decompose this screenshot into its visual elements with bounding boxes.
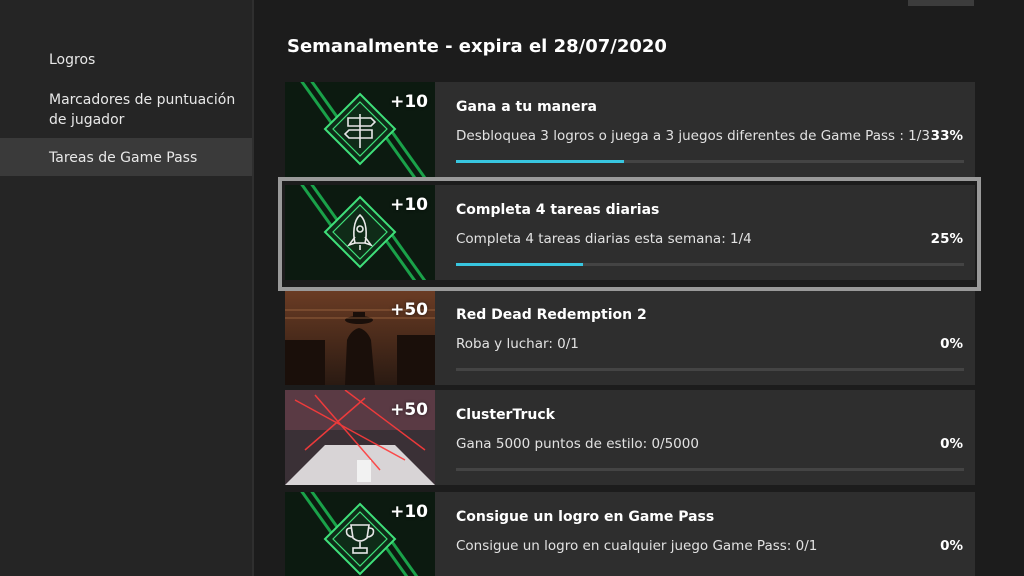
sidebar-item-label: Tareas de Game Pass — [49, 150, 198, 166]
points-badge: +50 — [390, 400, 428, 420]
task-description: Gana 5000 puntos de estilo: 0/5000 — [456, 436, 699, 452]
task-card[interactable]: +50 Red Dead Redemption 2 Roba y luchar:… — [285, 290, 975, 385]
task-percent: 25% — [930, 231, 963, 247]
task-description: Roba y luchar: 0/1 — [456, 336, 579, 352]
progress-fill — [456, 160, 624, 163]
task-title: Completa 4 tareas diarias — [456, 202, 660, 218]
task-percent: 33% — [930, 128, 963, 144]
task-card[interactable]: +10 Completa 4 tareas diarias Completa 4… — [285, 185, 975, 280]
points-badge: +10 — [390, 502, 428, 522]
red-dead-redemption-art: +50 — [285, 290, 435, 385]
sidebar: Logros Marcadores de puntuación de jugad… — [0, 0, 254, 576]
task-percent: 0% — [940, 436, 963, 452]
progress-track — [456, 160, 964, 163]
points-badge: +10 — [390, 195, 428, 215]
progress-fill — [456, 263, 583, 266]
top-divider — [908, 0, 974, 6]
task-percent: 0% — [940, 336, 963, 352]
task-card[interactable]: +10 Consigue un logro en Game Pass Consi… — [285, 492, 975, 576]
trophy-icon: +10 — [285, 492, 435, 576]
progress-track — [456, 263, 964, 266]
sidebar-item-logros[interactable]: Logros — [0, 50, 252, 70]
task-card[interactable]: +10 Gana a tu manera Desbloquea 3 logros… — [285, 82, 975, 177]
progress-track — [456, 468, 964, 471]
task-title: Gana a tu manera — [456, 99, 597, 115]
task-title: Red Dead Redemption 2 — [456, 307, 647, 323]
rocket-icon: +10 — [285, 185, 435, 280]
task-description: Desbloquea 3 logros o juega a 3 juegos d… — [456, 128, 930, 144]
task-title: Consigue un logro en Game Pass — [456, 509, 715, 525]
sidebar-item-label: Logros — [49, 52, 96, 68]
section-title: Semanalmente - expira el 28/07/2020 — [287, 36, 667, 57]
points-badge: +50 — [390, 300, 428, 320]
sidebar-item-label: Marcadores de puntuación de jugador — [49, 92, 236, 128]
sidebar-item-tareas-game-pass[interactable]: Tareas de Game Pass — [0, 138, 252, 176]
clustertruck-art: +50 — [285, 390, 435, 485]
progress-track — [456, 368, 964, 371]
task-card[interactable]: +50 ClusterTruck Gana 5000 puntos de est… — [285, 390, 975, 485]
signpost-icon: +10 — [285, 82, 435, 177]
sidebar-item-marcadores[interactable]: Marcadores de puntuación de jugador — [0, 90, 252, 130]
task-percent: 0% — [940, 538, 963, 554]
points-badge: +10 — [390, 92, 428, 112]
task-description: Completa 4 tareas diarias esta semana: 1… — [456, 231, 752, 247]
task-title: ClusterTruck — [456, 407, 555, 423]
task-description: Consigue un logro en cualquier juego Gam… — [456, 538, 818, 554]
